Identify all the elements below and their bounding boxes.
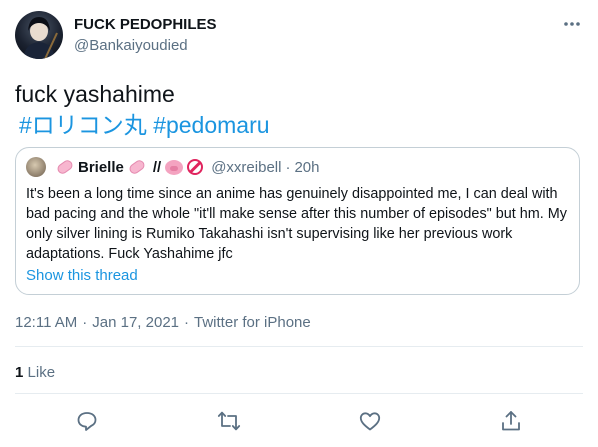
author-avatar[interactable]: [15, 11, 63, 59]
no-entry-icon: [187, 159, 204, 175]
share-icon[interactable]: [499, 409, 523, 433]
divider: [15, 346, 583, 347]
quoted-timestamp: 20h: [294, 158, 320, 176]
show-thread-link[interactable]: Show this thread: [26, 267, 138, 284]
quoted-author-avatar: [26, 157, 46, 177]
like-icon[interactable]: [358, 409, 382, 433]
pig-face-icon: [165, 159, 184, 175]
pill-icon: [55, 158, 75, 176]
divider: [15, 393, 583, 394]
like-count: 1: [15, 364, 24, 381]
like-label: Like: [27, 364, 56, 381]
tweet-source[interactable]: Twitter for iPhone: [194, 314, 311, 331]
author-handle[interactable]: @Bankaiyoudied: [74, 37, 188, 54]
quoted-author-name: Brielle: [78, 158, 124, 176]
quoted-dot-separator: ·: [285, 158, 291, 176]
tweet-hashtags: #ロリコン丸 #pedomaru: [15, 111, 270, 139]
tweet-meta: 12:11 AM · Jan 17, 2021 · Twitter for iPhone: [15, 314, 311, 331]
pill-icon: [127, 158, 147, 176]
quoted-tweet-header: Brielle // @xxreibell · 20h: [26, 157, 319, 177]
hashtag-link[interactable]: #pedomaru: [153, 112, 269, 138]
tweet-text: fuck yashahime: [15, 81, 175, 107]
meta-separator: ·: [184, 314, 190, 331]
quoted-tweet-card[interactable]: Brielle // @xxreibell · 20h It's been a …: [15, 147, 580, 295]
tweet-time[interactable]: 12:11 AM: [15, 314, 77, 331]
hashtag-link[interactable]: #ロリコン丸: [19, 112, 147, 138]
author-display-name[interactable]: FUCK PEDOPHILES: [74, 16, 217, 33]
retweet-icon[interactable]: [217, 409, 241, 433]
tweet-date[interactable]: Jan 17, 2021: [92, 314, 179, 331]
quoted-name-separator: //: [152, 158, 162, 176]
reply-icon[interactable]: [75, 409, 99, 433]
quoted-author-handle: @xxreibell: [211, 158, 282, 176]
likes-stat[interactable]: 1 Like: [15, 364, 55, 381]
quoted-tweet-body: It's been a long time since an anime has…: [26, 186, 567, 262]
meta-separator: ·: [82, 314, 88, 331]
more-options-icon[interactable]: [561, 14, 583, 34]
